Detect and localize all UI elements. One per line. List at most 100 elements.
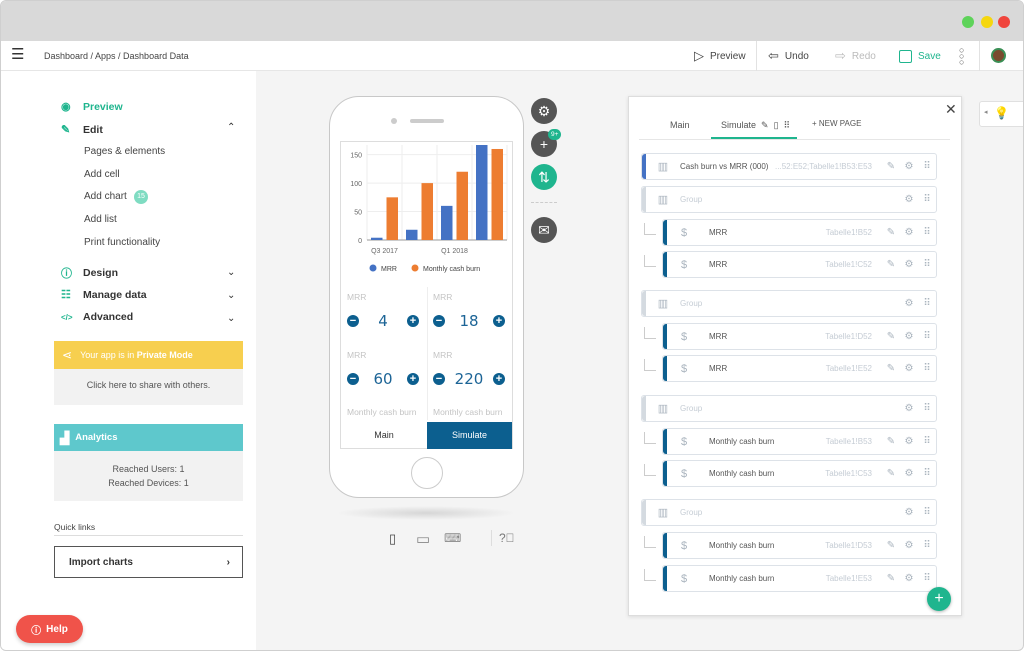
pencil-icon[interactable]: ✎ [761, 120, 769, 131]
gear-icon[interactable]: ⚙ [900, 331, 918, 342]
gear-icon[interactable]: ⚙ [900, 161, 918, 172]
home-button[interactable] [411, 457, 443, 489]
edit-icon[interactable]: ✎ [882, 363, 900, 374]
nav-print-functionality[interactable]: Print functionality [84, 237, 160, 248]
chart-row[interactable]: ▥ Cash burn vs MRR (000) ...52:E52;Tabel… [641, 153, 937, 180]
help-icon[interactable]: ?⃝ [499, 531, 515, 545]
import-charts-button[interactable]: Import charts › [54, 546, 243, 578]
group-row[interactable]: ▥ Group ⚙ ⠿ [641, 395, 937, 422]
phone-device-icon[interactable]: ▯ [389, 531, 396, 547]
sort-fab[interactable]: ⇅ [531, 164, 557, 190]
gear-icon[interactable]: ⚙ [900, 403, 918, 414]
new-page-button[interactable]: + NEW PAGE [812, 119, 861, 128]
drag-handle-icon[interactable]: ⠿ [918, 259, 936, 270]
cell-row[interactable]: $ Monthly cash burn Tabelle1!C53 ✎ ⚙ ⠿ [662, 460, 937, 487]
nav-preview[interactable]: ◉ Preview [61, 100, 123, 114]
stepper-value[interactable]: 60 [373, 370, 392, 388]
plus-button[interactable]: + [407, 373, 419, 385]
nav-design[interactable]: ⓘ Design [61, 265, 118, 281]
drag-handle-icon[interactable]: ⠿ [918, 227, 936, 238]
edit-icon[interactable]: ✎ [882, 436, 900, 447]
gear-icon[interactable]: ⚙ [900, 540, 918, 551]
nav-add-cell[interactable]: Add cell [84, 169, 120, 180]
gear-icon[interactable]: ⚙ [900, 436, 918, 447]
close-window-button[interactable] [998, 16, 1010, 28]
drag-handle-icon[interactable]: ⠿ [918, 194, 936, 205]
phone-tab-simulate[interactable]: Simulate [427, 422, 512, 449]
drag-handle-icon[interactable]: ⠿ [918, 436, 936, 447]
cell-row[interactable]: $ MRR Tabelle1!B52 ✎ ⚙ ⠿ [662, 219, 937, 246]
phone-tab-main[interactable]: Main [341, 422, 427, 449]
share-card[interactable]: ⋖ Your app is in Private Mode Click here … [54, 341, 243, 405]
panel-tab-main[interactable]: Main [670, 120, 690, 130]
more-options-icon[interactable]: ○ ○ ○ [959, 46, 964, 67]
tips-toggle[interactable]: ◂ 💡 [979, 101, 1023, 127]
drag-handle-icon[interactable]: ⠿ [918, 540, 936, 551]
preview-button[interactable]: ▷ Preview [694, 41, 746, 71]
edit-icon[interactable]: ✎ [882, 331, 900, 342]
edit-icon[interactable]: ✎ [882, 540, 900, 551]
gear-icon[interactable]: ⚙ [900, 298, 918, 309]
minus-button[interactable]: − [347, 315, 359, 327]
group-row[interactable]: ▥ Group ⚙ ⠿ [641, 186, 937, 213]
drag-handle-icon[interactable]: ⠿ [918, 298, 936, 309]
drag-handle-icon[interactable]: ⠿ [918, 507, 936, 518]
drag-handle-icon[interactable]: ⠿ [918, 161, 936, 172]
chevron-down-icon[interactable]: ⌄ [227, 290, 235, 301]
gear-icon[interactable]: ⚙ [900, 468, 918, 479]
panel-tab-simulate[interactable]: Simulate ✎ ▯ ⠿ [711, 113, 797, 139]
nav-advanced[interactable]: </> Advanced [61, 311, 133, 323]
undo-button[interactable]: ⇦ Undo [768, 41, 809, 71]
help-button[interactable]: ⓘ Help [16, 615, 83, 643]
gear-icon[interactable]: ⚙ [900, 363, 918, 374]
nav-add-chart[interactable]: Add chart [84, 191, 127, 202]
drag-handle-icon[interactable]: ⠿ [918, 403, 936, 414]
gear-icon[interactable]: ⚙ [900, 194, 918, 205]
drag-handle-icon[interactable]: ⠿ [918, 573, 936, 584]
minimize-button[interactable] [981, 16, 993, 28]
add-element-button[interactable]: + [927, 587, 951, 611]
edit-icon[interactable]: ✎ [882, 468, 900, 479]
minus-button[interactable]: − [433, 373, 445, 385]
close-icon[interactable]: ✕ [945, 101, 957, 118]
stepper-value[interactable]: 4 [378, 312, 388, 330]
nav-add-list[interactable]: Add list [84, 214, 117, 225]
group-row[interactable]: ▥ Group ⚙ ⠿ [641, 290, 937, 317]
tablet-device-icon[interactable]: ▭ [416, 530, 430, 548]
trash-icon[interactable]: ▯ [774, 120, 779, 131]
drag-handle-icon[interactable]: ⠿ [918, 363, 936, 374]
cell-row[interactable]: $ MRR Tabelle1!E52 ✎ ⚙ ⠿ [662, 355, 937, 382]
plus-button[interactable]: + [406, 315, 419, 327]
menu-icon[interactable]: ☰ [11, 47, 24, 62]
plus-button[interactable]: + [492, 373, 505, 385]
gear-icon[interactable]: ⚙ [900, 259, 918, 270]
edit-icon[interactable]: ✎ [882, 227, 900, 238]
drag-handle-icon[interactable]: ⠿ [918, 331, 936, 342]
cell-row[interactable]: $ Monthly cash burn Tabelle1!D53 ✎ ⚙ ⠿ [662, 532, 937, 559]
gear-icon[interactable]: ⚙ [900, 507, 918, 518]
settings-fab[interactable]: ⚙ [531, 98, 557, 124]
cell-row[interactable]: $ Monthly cash burn Tabelle1!B53 ✎ ⚙ ⠿ [662, 428, 937, 455]
drag-handle-icon[interactable]: ⠿ [918, 468, 936, 479]
chevron-up-icon[interactable]: ⌃ [227, 122, 235, 133]
redo-button[interactable]: ⇨ Redo [835, 41, 876, 71]
maximize-button[interactable] [962, 16, 974, 28]
breadcrumb[interactable]: Dashboard / Apps / Dashboard Data [44, 51, 189, 61]
stepper-value[interactable]: 220 [455, 370, 484, 388]
plus-button[interactable]: + [493, 315, 505, 327]
mail-fab[interactable]: ✉ [531, 217, 557, 243]
cell-row[interactable]: $ MRR Tabelle1!D52 ✎ ⚙ ⠿ [662, 323, 937, 350]
cell-row[interactable]: $ Monthly cash burn Tabelle1!E53 ✎ ⚙ ⠿ [662, 565, 937, 592]
nav-pages-elements[interactable]: Pages & elements [84, 146, 165, 157]
chevron-down-icon[interactable]: ⌄ [227, 267, 235, 278]
gear-icon[interactable]: ⚙ [900, 227, 918, 238]
minus-button[interactable]: − [347, 373, 359, 385]
cell-row[interactable]: $ MRR Tabelle1!C52 ✎ ⚙ ⠿ [662, 251, 937, 278]
avatar[interactable] [991, 48, 1006, 63]
edit-icon[interactable]: ✎ [882, 573, 900, 584]
nav-edit[interactable]: ✎ Edit [61, 123, 103, 137]
save-button[interactable]: Save [899, 41, 941, 71]
nav-manage-data[interactable]: ☷ Manage data [61, 288, 147, 302]
gear-icon[interactable]: ⚙ [900, 573, 918, 584]
stepper-value[interactable]: 18 [459, 312, 478, 330]
